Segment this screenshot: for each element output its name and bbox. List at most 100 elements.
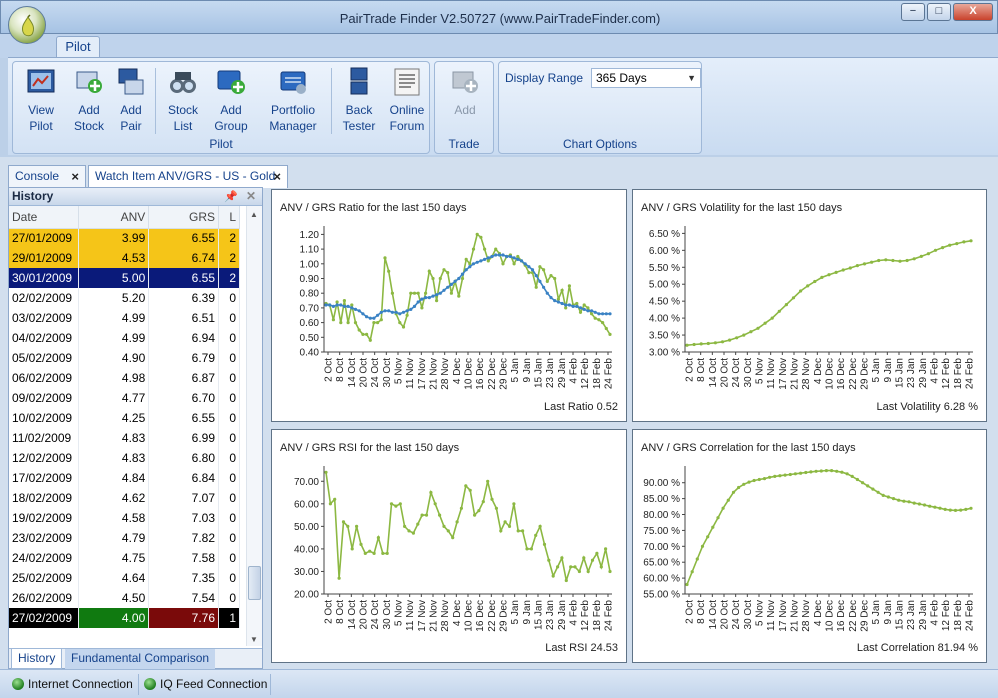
data-point xyxy=(778,474,782,478)
table-row[interactable]: 05/02/2009 4.90 6.79 0 xyxy=(9,348,240,368)
data-point xyxy=(549,296,553,300)
cell-grs: 7.58 xyxy=(148,548,220,568)
data-point xyxy=(845,472,849,476)
pin-icon[interactable]: 📌 xyxy=(224,189,238,206)
data-point xyxy=(692,342,696,347)
cell-anv: 4.83 xyxy=(78,448,150,468)
cell-l: 0 xyxy=(218,448,240,468)
internet-connection-status: Internet Connection xyxy=(8,675,133,694)
data-point xyxy=(586,306,590,310)
column-header-date[interactable]: Date xyxy=(9,206,80,229)
table-row[interactable]: 10/02/2009 4.25 6.55 0 xyxy=(9,408,240,428)
table-row[interactable]: 23/02/2009 4.79 7.82 0 xyxy=(9,528,240,548)
title-bar: PairTrade Finder V2.50727 (www.PairTrade… xyxy=(0,0,998,34)
tab-pilot[interactable]: Pilot xyxy=(56,36,100,58)
x-tick-label: 9 Jan xyxy=(522,600,533,624)
scrollbar-thumb[interactable] xyxy=(248,566,261,600)
data-point xyxy=(427,269,431,273)
data-point xyxy=(770,316,774,320)
table-row[interactable]: 30/01/2009 5.00 6.55 2 xyxy=(9,268,240,288)
add-trade-button[interactable]: Add xyxy=(439,66,491,118)
table-row[interactable]: 03/02/2009 4.99 6.51 0 xyxy=(9,308,240,328)
table-row[interactable]: 19/02/2009 4.58 7.03 0 xyxy=(9,508,240,528)
table-row[interactable]: 12/02/2009 4.83 6.80 0 xyxy=(9,448,240,468)
table-row[interactable]: 26/02/2009 4.50 7.54 0 xyxy=(9,588,240,608)
display-range-select[interactable]: 365 Days ▼ xyxy=(591,68,701,88)
maximize-button[interactable]: □ xyxy=(927,3,951,21)
data-point xyxy=(582,307,586,311)
y-tick-label: 90.00 % xyxy=(643,478,680,489)
close-icon[interactable]: ✕ xyxy=(246,188,256,205)
table-row[interactable]: 29/01/2009 4.53 6.74 2 xyxy=(9,248,240,268)
data-point xyxy=(328,303,332,307)
add-pair-button[interactable]: Add Pair xyxy=(105,66,157,134)
column-header-l[interactable]: L xyxy=(218,206,240,229)
x-tick-label: 24 Feb xyxy=(604,358,615,390)
data-point xyxy=(446,271,450,275)
data-point xyxy=(431,276,435,281)
pilot-group: View Pilot Add Stock Add Pair Stock List… xyxy=(12,61,430,154)
column-header-anv[interactable]: ANV xyxy=(78,206,150,229)
table-row[interactable]: 02/02/2009 5.20 6.39 0 xyxy=(9,288,240,308)
trade-group-label: Trade xyxy=(448,137,480,151)
view-pilot-button[interactable]: View Pilot xyxy=(15,66,67,134)
close-icon[interactable]: × xyxy=(71,166,79,187)
data-point xyxy=(372,551,376,555)
data-point xyxy=(912,257,916,261)
table-row[interactable]: 09/02/2009 4.77 6.70 0 xyxy=(9,388,240,408)
add-group-button[interactable]: Add Group xyxy=(205,66,257,134)
tab-console[interactable]: Console × xyxy=(8,165,86,188)
minimize-button[interactable]: − xyxy=(901,3,925,21)
data-point xyxy=(387,309,391,313)
data-point xyxy=(564,306,568,310)
add-pair-label-2: Pair xyxy=(120,119,142,133)
close-icon[interactable]: × xyxy=(273,166,281,187)
close-button[interactable]: X xyxy=(953,3,993,21)
view-pilot-icon xyxy=(27,69,55,93)
back-tester-button[interactable]: Back Tester xyxy=(333,66,385,134)
table-row[interactable]: 17/02/2009 4.84 6.84 0 xyxy=(9,468,240,488)
online-forum-button[interactable]: Online Forum xyxy=(381,66,433,134)
cell-date: 17/02/2009 xyxy=(9,468,80,488)
data-point xyxy=(512,256,516,260)
table-row[interactable]: 24/02/2009 4.75 7.58 0 xyxy=(9,548,240,568)
table-row[interactable]: 18/02/2009 4.62 7.07 0 xyxy=(9,488,240,508)
data-point xyxy=(943,507,947,511)
table-row[interactable]: 27/01/2009 3.99 6.55 2 xyxy=(9,228,240,248)
data-point xyxy=(494,247,498,251)
stock-list-button[interactable]: Stock List xyxy=(157,66,209,134)
column-header-grs[interactable]: GRS xyxy=(148,206,220,229)
data-point xyxy=(355,524,359,528)
history-scrollbar[interactable]: ▲ ▼ xyxy=(246,206,262,646)
data-point xyxy=(368,316,372,320)
data-point xyxy=(501,253,505,257)
data-point xyxy=(529,547,533,551)
data-point xyxy=(431,294,435,298)
portfolio-manager-button[interactable]: Portfolio Manager xyxy=(265,66,321,134)
scroll-up-icon[interactable]: ▲ xyxy=(250,210,258,219)
data-point xyxy=(464,484,468,488)
cell-l: 0 xyxy=(218,508,240,528)
x-tick-label: 5 Jan xyxy=(871,358,882,382)
data-point xyxy=(494,253,498,257)
ribbon-separator xyxy=(331,68,332,134)
data-point xyxy=(379,310,383,314)
green-led-icon xyxy=(12,678,24,690)
tab-history[interactable]: History xyxy=(11,649,63,669)
x-tick-label: 5 Nov xyxy=(755,600,766,626)
data-point xyxy=(427,296,431,300)
table-row[interactable]: 04/02/2009 4.99 6.94 0 xyxy=(9,328,240,348)
table-row[interactable]: 25/02/2009 4.64 7.35 0 xyxy=(9,568,240,588)
table-row[interactable]: 06/02/2009 4.98 6.87 0 xyxy=(9,368,240,388)
data-point xyxy=(368,549,372,553)
x-tick-label: 11 Nov xyxy=(766,600,777,631)
data-point xyxy=(608,569,612,574)
cell-date: 05/02/2009 xyxy=(9,348,80,368)
x-tick-label: 17 Nov xyxy=(778,358,789,390)
app-menu-orb[interactable] xyxy=(8,6,46,44)
tab-fundamental-comparison[interactable]: Fundamental Comparison xyxy=(65,649,216,669)
tab-watch-item[interactable]: Watch Item ANV/GRS - US - Gold × xyxy=(88,165,288,188)
table-row[interactable]: 27/02/2009 4.00 7.76 1 xyxy=(9,608,240,628)
scroll-down-icon[interactable]: ▼ xyxy=(250,635,258,644)
table-row[interactable]: 11/02/2009 4.83 6.99 0 xyxy=(9,428,240,448)
